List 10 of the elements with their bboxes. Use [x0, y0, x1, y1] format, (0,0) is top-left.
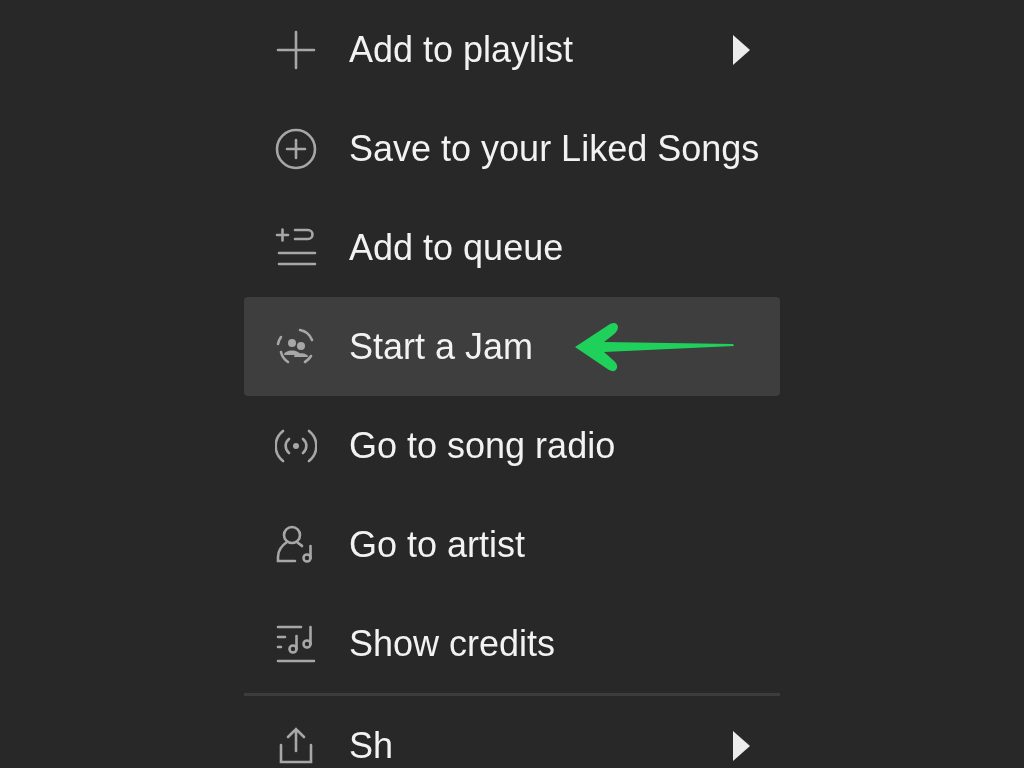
menu-item[interactable]: Add to queue: [244, 198, 780, 297]
menu-item[interactable]: Show credits: [244, 594, 780, 693]
menu-item[interactable]: Sh: [244, 696, 780, 768]
menu-item[interactable]: Go to song radio: [244, 396, 780, 495]
plus-circle-icon: [275, 127, 317, 170]
plus-icon: [275, 28, 317, 71]
menu-item[interactable]: Go to artist: [244, 495, 780, 594]
menu-item[interactable]: Start a Jam: [244, 297, 780, 396]
menu-item[interactable]: Save to your Liked Songs: [244, 99, 780, 198]
menu-item[interactable]: Add to playlist: [244, 0, 780, 99]
